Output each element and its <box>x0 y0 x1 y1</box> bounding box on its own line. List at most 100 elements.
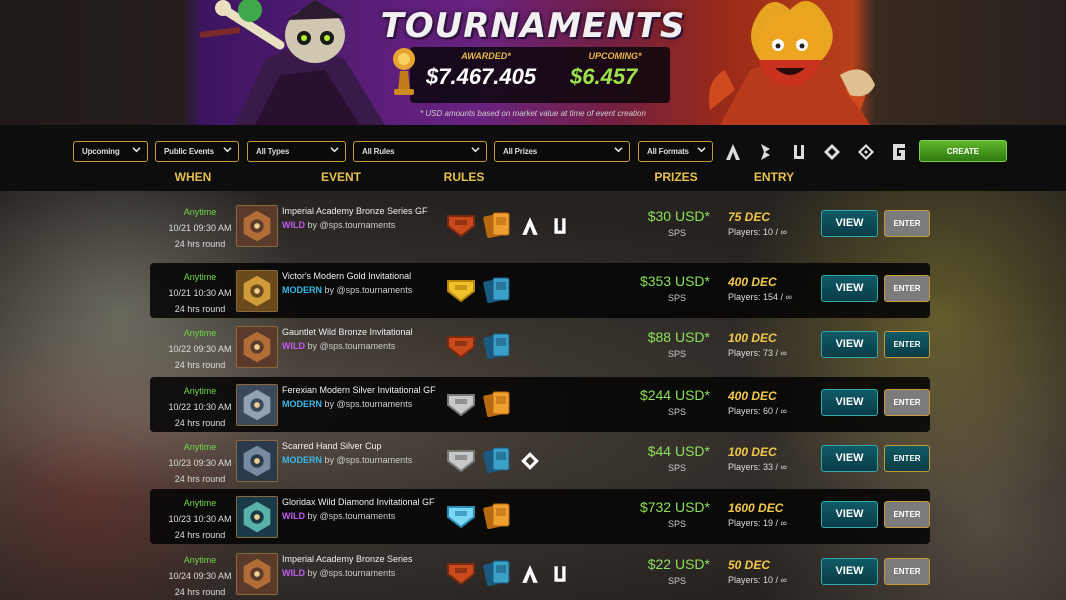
open-format-icon[interactable] <box>857 143 875 161</box>
chevron-down-icon <box>614 147 623 153</box>
view-button[interactable]: VIEW <box>821 445 878 472</box>
prize-cell: $44 USD* SPS <box>600 443 710 473</box>
prize-token: SPS <box>667 228 686 238</box>
banner: TOURNAMENTS AWARDED* $7.467.405 UPCOMING… <box>0 0 1066 125</box>
event-name[interactable]: Victor's Modern Gold Invitational <box>282 270 442 282</box>
enter-button[interactable]: ENTER <box>884 331 930 358</box>
prizes-filter-select[interactable]: All Prizes <box>494 141 630 162</box>
card-collection-icon <box>483 503 510 530</box>
anytime-label: Anytime <box>183 207 217 217</box>
start-datetime: 10/22 10:30 AM <box>168 402 232 412</box>
entry-cell: 1600 DEC Players: 19 / ∞ <box>728 501 828 528</box>
view-button[interactable]: VIEW <box>821 501 878 528</box>
table-row: Anytime 10/23 10:30 AM 24 hrs round Glor… <box>150 489 930 544</box>
organizer-link[interactable]: by @sps.tournaments <box>308 220 396 230</box>
event-name[interactable]: Imperial Academy Bronze Series <box>282 553 442 565</box>
organizer-link[interactable]: by @sps.tournaments <box>308 511 396 521</box>
start-datetime: 10/23 10:30 AM <box>168 514 232 524</box>
players-count: Players: 10 / ∞ <box>728 575 787 585</box>
wild-format-icon[interactable] <box>724 143 742 161</box>
modern-format-icon[interactable] <box>757 143 775 161</box>
prize-token: SPS <box>667 576 686 586</box>
event-format-line: WILD by @sps.tournaments <box>282 220 442 230</box>
enter-button[interactable]: ENTER <box>884 389 930 416</box>
format-badge: WILD <box>282 220 305 230</box>
table-row: Anytime 10/21 09:30 AM 24 hrs round Impe… <box>150 198 930 253</box>
column-header-prizes: PRIZES <box>654 170 698 184</box>
survival-icon <box>554 566 566 582</box>
enter-button[interactable]: ENTER <box>884 445 930 472</box>
column-header-when: WHEN <box>174 170 212 184</box>
view-button[interactable]: VIEW <box>821 331 878 358</box>
event-name[interactable]: Ferexian Modern Silver Invitational GF <box>282 384 442 396</box>
event-cell: Gauntlet Wild Bronze Invitational WILD b… <box>282 326 442 351</box>
prize-usd: $88 USD* <box>647 329 710 345</box>
league-icon <box>447 506 475 529</box>
when-cell: Anytime 10/23 09:30 AM 24 hrs round <box>150 439 250 487</box>
prize-usd: $44 USD* <box>647 443 710 459</box>
enter-button[interactable]: ENTER <box>884 210 930 237</box>
foundation-format-icon[interactable] <box>823 143 841 161</box>
event-name[interactable]: Gauntlet Wild Bronze Invitational <box>282 326 442 338</box>
table-row: Anytime 10/22 09:30 AM 24 hrs round Gaun… <box>150 319 930 374</box>
table-row: Anytime 10/21 10:30 AM 24 hrs round Vict… <box>150 263 930 318</box>
prize-cell: $732 USD* SPS <box>600 499 710 529</box>
league-icon <box>447 280 475 303</box>
prize-usd: $22 USD* <box>647 556 710 572</box>
league-icon <box>447 450 475 473</box>
card-collection-icon <box>483 333 510 360</box>
when-filter-select[interactable]: Upcoming <box>73 141 148 162</box>
awarded-label: AWARDED* <box>461 51 511 61</box>
format-badge: WILD <box>282 568 305 578</box>
when-filter-value: Upcoming <box>82 147 120 156</box>
prizes-filter-value: All Prizes <box>503 147 538 156</box>
organizer-link[interactable]: by @sps.tournaments <box>308 341 396 351</box>
tournament-logo-icon <box>236 270 278 312</box>
enter-button[interactable]: ENTER <box>884 501 930 528</box>
event-name[interactable]: Imperial Academy Bronze Series GF <box>282 205 442 217</box>
view-button[interactable]: VIEW <box>821 389 878 416</box>
when-cell: Anytime 10/23 10:30 AM 24 hrs round <box>150 495 250 543</box>
event-name[interactable]: Scarred Hand Silver Cup <box>282 440 442 452</box>
event-format-line: WILD by @sps.tournaments <box>282 568 442 578</box>
start-datetime: 10/21 09:30 AM <box>168 223 232 233</box>
wild-icon <box>522 565 538 583</box>
organizer-link[interactable]: by @sps.tournaments <box>325 455 413 465</box>
event-format-line: WILD by @sps.tournaments <box>282 511 442 521</box>
organizer-link[interactable]: by @sps.tournaments <box>325 285 413 295</box>
table-row: Anytime 10/23 09:30 AM 24 hrs round Scar… <box>150 433 930 488</box>
anytime-label: Anytime <box>183 272 217 282</box>
filter-toolbar: Upcoming Public Events All Types All Rul… <box>0 125 1066 191</box>
enter-button[interactable]: ENTER <box>884 275 930 302</box>
event-filter-select[interactable]: Public Events <box>155 141 239 162</box>
prize-token: SPS <box>667 407 686 417</box>
type-filter-value: All Types <box>256 147 290 156</box>
start-datetime: 10/22 09:30 AM <box>168 344 232 354</box>
view-button[interactable]: VIEW <box>821 558 878 585</box>
guild-format-icon[interactable] <box>890 143 908 161</box>
prize-usd: $30 USD* <box>647 208 710 224</box>
card-collection-icon <box>483 560 510 587</box>
entry-fee: 75 DEC <box>728 210 771 224</box>
round-duration: 24 hrs round <box>174 239 226 249</box>
formats-filter-select[interactable]: All Formats <box>638 141 713 162</box>
enter-button[interactable]: ENTER <box>884 558 930 585</box>
anytime-label: Anytime <box>183 328 217 338</box>
page-title: TOURNAMENTS <box>380 6 686 46</box>
event-cell: Gloridax Wild Diamond Invitational GF WI… <box>282 496 442 521</box>
view-button[interactable]: VIEW <box>821 275 878 302</box>
event-name[interactable]: Gloridax Wild Diamond Invitational GF <box>282 496 442 508</box>
create-button[interactable]: CREATE <box>919 140 1007 162</box>
formats-filter-value: All Formats <box>647 147 689 156</box>
type-filter-select[interactable]: All Types <box>247 141 346 162</box>
view-button[interactable]: VIEW <box>821 210 878 237</box>
prize-token: SPS <box>667 519 686 529</box>
organizer-link[interactable]: by @sps.tournaments <box>308 568 396 578</box>
tournament-logo-icon <box>236 326 278 368</box>
tournament-logo-icon <box>236 553 278 595</box>
start-datetime: 10/24 09:30 AM <box>168 571 232 581</box>
survival-format-icon[interactable] <box>790 143 808 161</box>
wild-icon <box>522 217 538 235</box>
organizer-link[interactable]: by @sps.tournaments <box>325 399 413 409</box>
rules-filter-select[interactable]: All Rules <box>353 141 487 162</box>
